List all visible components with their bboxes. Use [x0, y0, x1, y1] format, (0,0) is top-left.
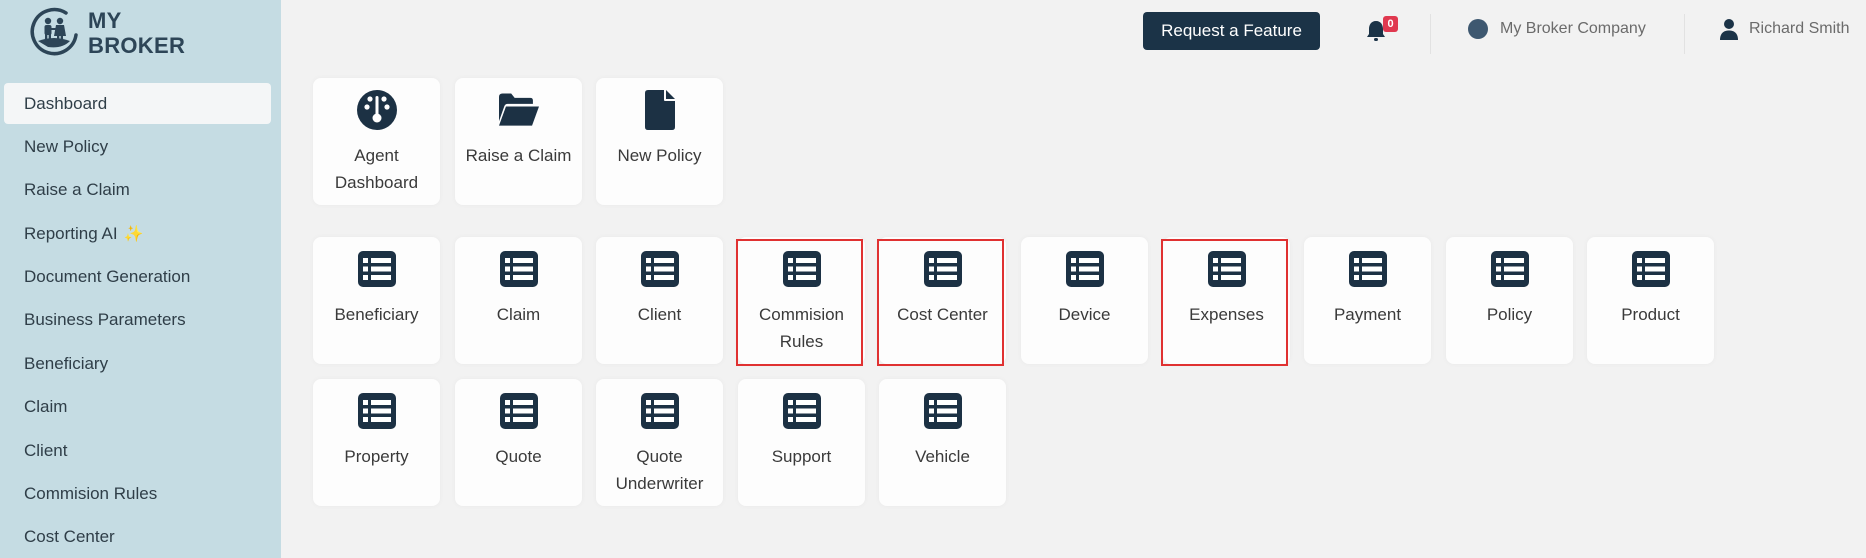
request-feature-button[interactable]: Request a Feature	[1143, 12, 1320, 50]
user-name: Richard Smith	[1749, 20, 1850, 37]
list-icon	[357, 391, 397, 431]
sidebar-item-commision-rules[interactable]: Commision Rules	[4, 474, 271, 515]
brand-line-1: MY	[88, 8, 122, 33]
folder-open-icon	[498, 90, 539, 130]
company-icon	[1468, 19, 1488, 39]
list-icon	[1065, 249, 1105, 289]
tile-new-policy[interactable]: New Policy	[596, 78, 723, 205]
sidebar-item-label: Cost Center	[24, 527, 115, 547]
sidebar-item-label: Document Generation	[24, 267, 191, 287]
tile-label: Cost Center	[897, 305, 988, 324]
sidebar-item-label: Reporting AI	[24, 223, 118, 243]
sidebar-item-label: Raise a Claim	[24, 180, 130, 200]
sidebar-item-new-policy[interactable]: New Policy	[4, 126, 271, 167]
logo-icon	[30, 7, 78, 56]
sidebar-item-label: Client	[24, 440, 68, 460]
list-icon	[923, 391, 963, 431]
list-icon	[1490, 249, 1530, 289]
sidebar-item-cost-center[interactable]: Cost Center	[4, 517, 271, 558]
list-icon	[782, 391, 822, 431]
company-selector[interactable]: My Broker Company	[1468, 19, 1646, 39]
tile-product[interactable]: Product	[1587, 237, 1714, 364]
sidebar-item-label: Beneficiary	[24, 353, 109, 373]
tile-label: Quote Underwriter	[615, 447, 704, 493]
sidebar-item-label: New Policy	[24, 136, 109, 156]
list-icon	[1631, 249, 1671, 289]
sidebar-item-label: Dashboard	[24, 93, 108, 113]
tile-agent-dashboard[interactable]: Agent Dashboard	[313, 78, 440, 205]
tile-payment[interactable]: Payment	[1304, 237, 1431, 364]
header-divider	[1430, 14, 1431, 54]
tile-quote-underwriter[interactable]: Quote Underwriter	[596, 379, 723, 506]
tile-quote[interactable]: Quote	[455, 379, 582, 506]
tile-label: Beneficiary	[334, 305, 419, 324]
tile-policy[interactable]: Policy	[1446, 237, 1573, 364]
user-menu[interactable]: Richard Smith	[1720, 18, 1849, 40]
gauge-icon	[356, 90, 397, 130]
list-icon	[357, 249, 397, 289]
sidebar-item-reporting-ai[interactable]: Reporting AI ✨	[4, 213, 271, 254]
list-icon	[499, 391, 539, 431]
sidebar-item-claim[interactable]: Claim	[4, 387, 271, 428]
tile-claim[interactable]: Claim	[455, 237, 582, 364]
brand-logo[interactable]: MY BROKER	[26, 5, 185, 61]
list-icon	[923, 249, 963, 289]
sparkle-icon: ✨	[123, 225, 144, 243]
sidebar-nav: Dashboard New Policy Raise a Claim Repor…	[4, 83, 271, 558]
brand-line-2: BROKER	[88, 33, 186, 58]
list-icon	[782, 249, 822, 289]
sidebar-item-label: Claim	[24, 397, 68, 417]
tile-label: Client	[637, 305, 682, 324]
file-icon	[640, 90, 680, 130]
user-icon	[1720, 19, 1738, 40]
list-icon	[640, 391, 680, 431]
tile-label: Property	[344, 447, 409, 466]
list-icon	[640, 249, 680, 289]
tile-support[interactable]: Support	[738, 379, 865, 506]
header-divider	[1684, 14, 1685, 54]
tile-label: Policy	[1486, 305, 1533, 324]
list-icon	[1348, 249, 1388, 289]
sidebar-item-label: Commision Rules	[24, 484, 158, 504]
tile-label: New Policy	[617, 146, 702, 165]
tile-cost-center[interactable]: Cost Center	[879, 237, 1006, 364]
sidebar-item-client[interactable]: Client	[4, 430, 271, 471]
tile-expenses[interactable]: Expenses	[1163, 237, 1290, 364]
tile-label: Product	[1621, 305, 1680, 324]
tile-label: Quote	[495, 447, 542, 466]
list-icon	[499, 249, 539, 289]
tile-label: Vehicle	[915, 447, 970, 466]
sidebar: MY BROKER Dashboard New Policy Raise a C…	[0, 0, 281, 558]
top-bar: Request a Feature 0 My Broker Company Ri…	[281, 0, 1866, 64]
tile-vehicle[interactable]: Vehicle	[879, 379, 1006, 506]
tile-label: Agent Dashboard	[334, 146, 419, 192]
tile-client[interactable]: Client	[596, 237, 723, 364]
tile-commision-rules[interactable]: Commision Rules	[738, 237, 865, 364]
tile-beneficiary[interactable]: Beneficiary	[313, 237, 440, 364]
sidebar-item-dashboard[interactable]: Dashboard	[4, 83, 271, 124]
tile-property[interactable]: Property	[313, 379, 440, 506]
tile-label: Claim	[496, 305, 541, 324]
sidebar-item-raise-a-claim[interactable]: Raise a Claim	[4, 170, 271, 211]
sidebar-item-beneficiary[interactable]: Beneficiary	[4, 343, 271, 384]
sidebar-item-label: Business Parameters	[24, 310, 186, 330]
tile-raise-a-claim[interactable]: Raise a Claim	[455, 78, 582, 205]
tile-device[interactable]: Device	[1021, 237, 1148, 364]
notification-count-badge: 0	[1383, 16, 1398, 32]
tile-label: Raise a Claim	[465, 146, 572, 165]
tile-label: Support	[771, 447, 832, 466]
company-name: My Broker Company	[1500, 20, 1646, 37]
tile-label: Expenses	[1189, 305, 1264, 324]
tile-label: Payment	[1333, 305, 1402, 324]
list-icon	[1207, 249, 1247, 289]
sidebar-item-document-generation[interactable]: Document Generation	[4, 257, 271, 298]
brand-name: MY BROKER	[88, 8, 185, 58]
sidebar-item-business-parameters[interactable]: Business Parameters	[4, 300, 271, 341]
tile-label: Commision Rules	[758, 305, 845, 351]
tile-label: Device	[1058, 305, 1111, 324]
